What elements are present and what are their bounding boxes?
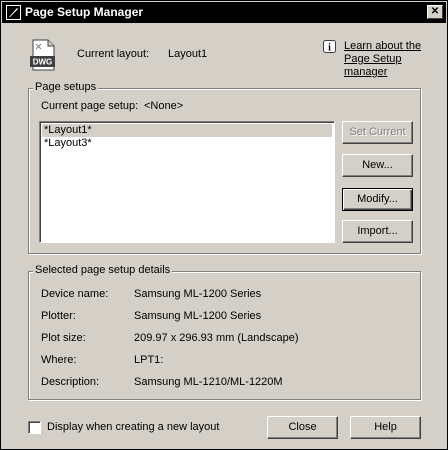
- list-item[interactable]: *Layout1*: [42, 124, 332, 137]
- new-button[interactable]: New...: [342, 154, 413, 177]
- current-page-setup-label: Current page setup:: [41, 100, 139, 112]
- display-on-new-layout-checkbox[interactable]: [28, 421, 41, 434]
- help-button[interactable]: Help: [350, 416, 421, 439]
- where-label: Where:: [41, 354, 77, 366]
- plot-size-label: Plot size:: [41, 332, 86, 344]
- info-icon: i: [323, 40, 336, 53]
- description-label: Description:: [41, 376, 100, 388]
- page-setups-list[interactable]: *Layout1* *Layout3*: [39, 121, 335, 243]
- details-legend: Selected page setup details: [33, 264, 173, 276]
- learn-link-line2: Page Setup manager: [344, 53, 402, 78]
- close-icon: ✕: [430, 6, 440, 17]
- learn-about-link[interactable]: Learn about the Page Setup manager: [344, 40, 447, 79]
- plotter-label: Plotter:: [41, 310, 76, 322]
- current-layout-label: Current layout:: [77, 48, 150, 60]
- dwg-icon-label: DWG: [33, 58, 53, 67]
- plotter-value: Samsung ML-1200 Series: [134, 310, 262, 322]
- page-setups-legend: Page setups: [33, 81, 99, 93]
- close-window-button[interactable]: ✕: [427, 5, 443, 19]
- description-value: Samsung ML-1210/ML-1220M: [134, 376, 283, 388]
- page-setup-manager-dialog: Page Setup Manager ✕ DWG Current layout:…: [0, 0, 448, 450]
- list-item[interactable]: *Layout3*: [40, 137, 334, 150]
- device-name-value: Samsung ML-1200 Series: [134, 288, 262, 300]
- svg-text:i: i: [328, 43, 331, 54]
- display-on-new-layout-label[interactable]: Display when creating a new layout: [47, 421, 219, 433]
- app-icon: [6, 5, 21, 20]
- current-layout-value: Layout1: [168, 48, 208, 60]
- learn-link-line1: Learn about the: [344, 40, 422, 52]
- import-button[interactable]: Import...: [342, 220, 413, 243]
- plot-size-value: 209.97 x 296.93 mm (Landscape): [134, 332, 299, 344]
- current-page-setup-value: <None>: [144, 100, 184, 112]
- window-title: Page Setup Manager: [25, 5, 144, 19]
- modify-button[interactable]: Modify...: [342, 188, 413, 211]
- dwg-file-icon: DWG: [30, 39, 55, 71]
- set-current-button[interactable]: Set Current: [342, 121, 413, 144]
- device-name-label: Device name:: [41, 288, 109, 300]
- title-bar[interactable]: Page Setup Manager ✕: [2, 2, 446, 23]
- close-button[interactable]: Close: [267, 416, 338, 439]
- where-value: LPT1:: [134, 354, 164, 366]
